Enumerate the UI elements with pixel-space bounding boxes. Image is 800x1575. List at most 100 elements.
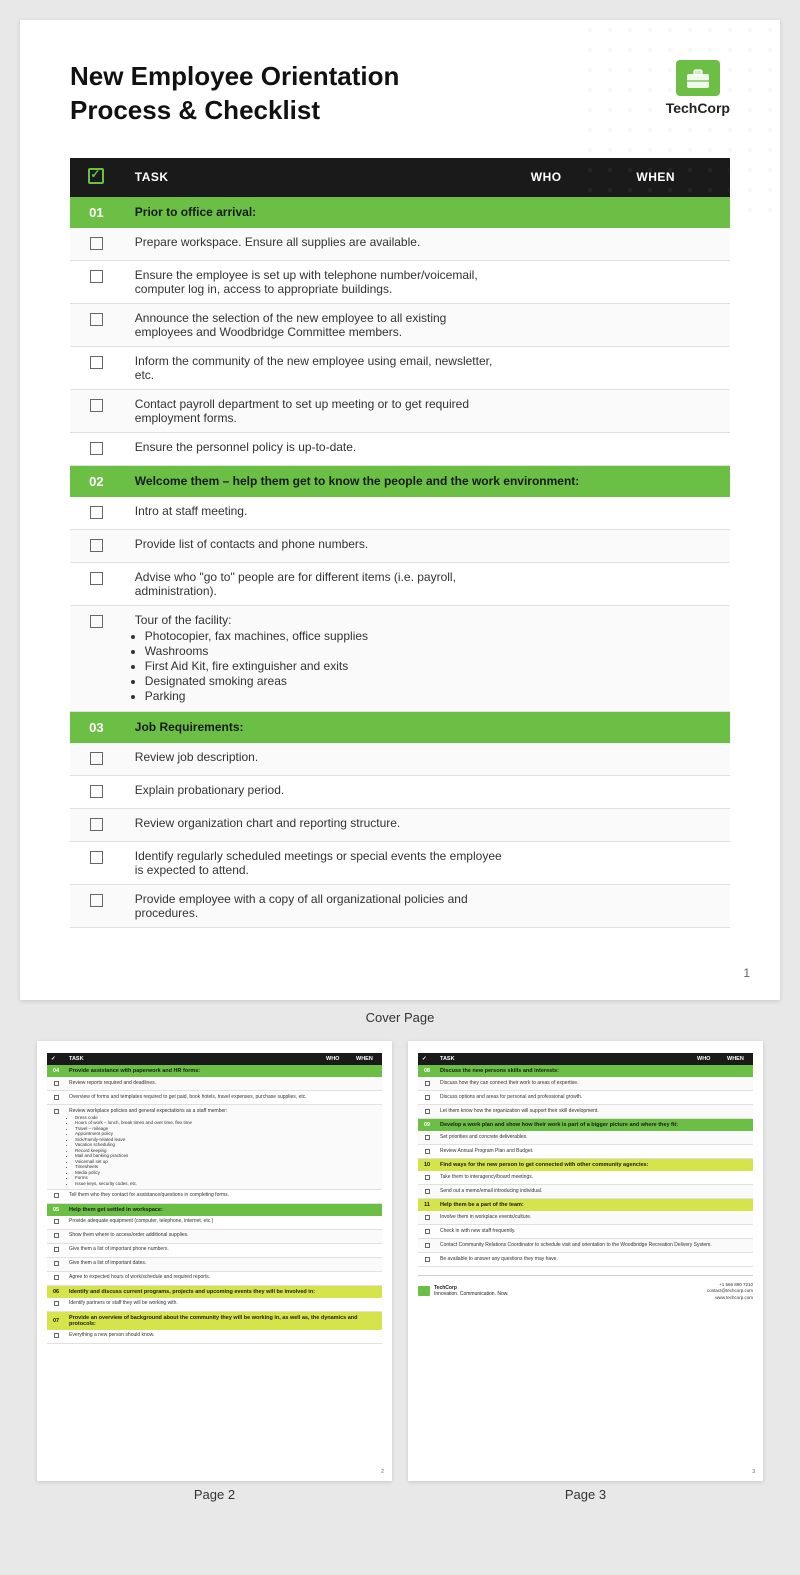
section-number: 01: [70, 197, 123, 228]
checkbox[interactable]: [90, 270, 103, 283]
thumb-checkbox-cell[interactable]: [418, 1211, 436, 1225]
thumb-checkbox[interactable]: [54, 1333, 59, 1338]
checkbox-cell[interactable]: [70, 562, 123, 605]
checkbox[interactable]: [90, 313, 103, 326]
when-cell: [624, 529, 730, 562]
checkbox-cell[interactable]: [70, 841, 123, 884]
thumb-checkbox[interactable]: [54, 1301, 59, 1306]
section-row-02: 02 Welcome them – help them get to know …: [70, 465, 730, 497]
checkbox[interactable]: [90, 442, 103, 455]
checkbox[interactable]: [90, 399, 103, 412]
checkbox-cell[interactable]: [70, 605, 123, 711]
checklist-table: TASK WHO WHEN 01 Prior to office arrival…: [70, 158, 730, 928]
checkbox-cell[interactable]: [70, 884, 123, 927]
when-cell: [624, 605, 730, 711]
checkbox-cell[interactable]: [70, 497, 123, 530]
thumb-checkbox[interactable]: [425, 1175, 430, 1180]
thumb-checkbox[interactable]: [54, 1233, 59, 1238]
checkbox-cell[interactable]: [70, 228, 123, 261]
thumb-checkbox-cell[interactable]: [418, 1131, 436, 1145]
task-text: Ensure the employee is set up with telep…: [123, 260, 519, 303]
when-cell: [624, 775, 730, 808]
checkbox-cell[interactable]: [70, 432, 123, 465]
checkbox[interactable]: [90, 615, 103, 628]
thumb-checkbox[interactable]: [425, 1257, 430, 1262]
thumb-section-title: Find ways for the new person to get conn…: [436, 1159, 753, 1172]
thumb-checkbox[interactable]: [425, 1229, 430, 1234]
thumb-checkbox[interactable]: [54, 1247, 59, 1252]
thumb-checkbox[interactable]: [54, 1193, 59, 1198]
thumb-checkbox-cell[interactable]: [47, 1229, 65, 1243]
checkbox-cell[interactable]: [70, 775, 123, 808]
checkbox[interactable]: [90, 237, 103, 250]
thumb-checkbox[interactable]: [425, 1135, 430, 1140]
checkbox-cell[interactable]: [70, 346, 123, 389]
page2-table: ✓ TASK WHO WHEN 04 Provide assistance wi…: [47, 1053, 382, 1344]
thumb-checkbox[interactable]: [425, 1215, 430, 1220]
thumb-checkbox[interactable]: [54, 1109, 59, 1114]
thumb-checkbox-cell[interactable]: [47, 1257, 65, 1271]
thumb-checkbox-cell[interactable]: [47, 1330, 65, 1344]
thumb-checkbox-cell[interactable]: [47, 1298, 65, 1312]
thumb-checkbox-cell[interactable]: [418, 1185, 436, 1199]
thumb-checkbox-cell[interactable]: [47, 1105, 65, 1190]
checkbox-cell[interactable]: [70, 260, 123, 303]
thumb2-who-header: WHO: [322, 1053, 352, 1065]
thumb-checkbox-cell[interactable]: [47, 1243, 65, 1257]
checkbox[interactable]: [90, 506, 103, 519]
thumb-checkbox-cell[interactable]: [418, 1077, 436, 1091]
thumb-checkbox[interactable]: [54, 1275, 59, 1280]
thumb-checkbox-cell[interactable]: [418, 1091, 436, 1105]
task-text: Provide employee with a copy of all orga…: [123, 884, 519, 927]
table-row: Involve them in workplace events/culture…: [418, 1211, 753, 1225]
thumb-checkbox[interactable]: [425, 1095, 430, 1100]
task-text: Ensure the personnel policy is up-to-dat…: [123, 432, 519, 465]
thumb-checkbox-cell[interactable]: [418, 1239, 436, 1253]
thumb-checkbox[interactable]: [425, 1109, 430, 1114]
checkbox[interactable]: [90, 851, 103, 864]
thumb-task-text: Discuss options and areas for personal a…: [436, 1091, 753, 1105]
thumb-checkbox[interactable]: [425, 1081, 430, 1086]
thumb-checkbox-cell[interactable]: [47, 1271, 65, 1285]
checkbox[interactable]: [90, 356, 103, 369]
thumb-checkbox[interactable]: [54, 1081, 59, 1086]
table-row: Overview of forms and templates required…: [47, 1091, 382, 1105]
checkbox[interactable]: [90, 894, 103, 907]
checkbox-cell[interactable]: [70, 743, 123, 776]
checkbox-cell[interactable]: [70, 303, 123, 346]
thumb-checkbox[interactable]: [54, 1219, 59, 1224]
checkbox[interactable]: [90, 785, 103, 798]
thumb-checkbox-cell[interactable]: [418, 1105, 436, 1119]
check-icon: [88, 168, 104, 184]
table-row: Review workplace policies and general ex…: [47, 1105, 382, 1190]
list-item: Voicemail set up: [75, 1159, 378, 1164]
thumb-checkbox[interactable]: [54, 1095, 59, 1100]
thumb-checkbox-cell[interactable]: [47, 1091, 65, 1105]
thumb3-who-header: WHO: [693, 1053, 723, 1065]
thumb2-when-header: WHEN: [352, 1053, 382, 1065]
table-row: Ensure the employee is set up with telep…: [70, 260, 730, 303]
checkbox-cell[interactable]: [70, 808, 123, 841]
checkbox[interactable]: [90, 572, 103, 585]
thumb-checkbox[interactable]: [425, 1149, 430, 1154]
thumb-checkbox[interactable]: [54, 1261, 59, 1266]
thumb-checkbox-cell[interactable]: [418, 1253, 436, 1267]
thumb-checkbox-cell[interactable]: [47, 1077, 65, 1091]
thumb-checkbox-cell[interactable]: [47, 1216, 65, 1230]
thumb-checkbox[interactable]: [425, 1243, 430, 1248]
thumb-checkbox-cell[interactable]: [418, 1145, 436, 1159]
checkbox[interactable]: [90, 539, 103, 552]
checkbox[interactable]: [90, 818, 103, 831]
thumb-checkbox-cell[interactable]: [47, 1189, 65, 1203]
thumb-task-text: Review workplace policies and general ex…: [65, 1105, 382, 1190]
checkbox[interactable]: [90, 752, 103, 765]
check-header: [70, 158, 123, 197]
checkbox-cell[interactable]: [70, 529, 123, 562]
checkbox-cell[interactable]: [70, 389, 123, 432]
thumb-checkbox-cell[interactable]: [418, 1171, 436, 1185]
when-cell: [624, 841, 730, 884]
thumb-checkbox[interactable]: [425, 1189, 430, 1194]
thumb-checkbox-cell[interactable]: [418, 1225, 436, 1239]
page3-table: ✓ TASK WHO WHEN 08 Discuss the new perso…: [418, 1053, 753, 1267]
task-text: Inform the community of the new employee…: [123, 346, 519, 389]
